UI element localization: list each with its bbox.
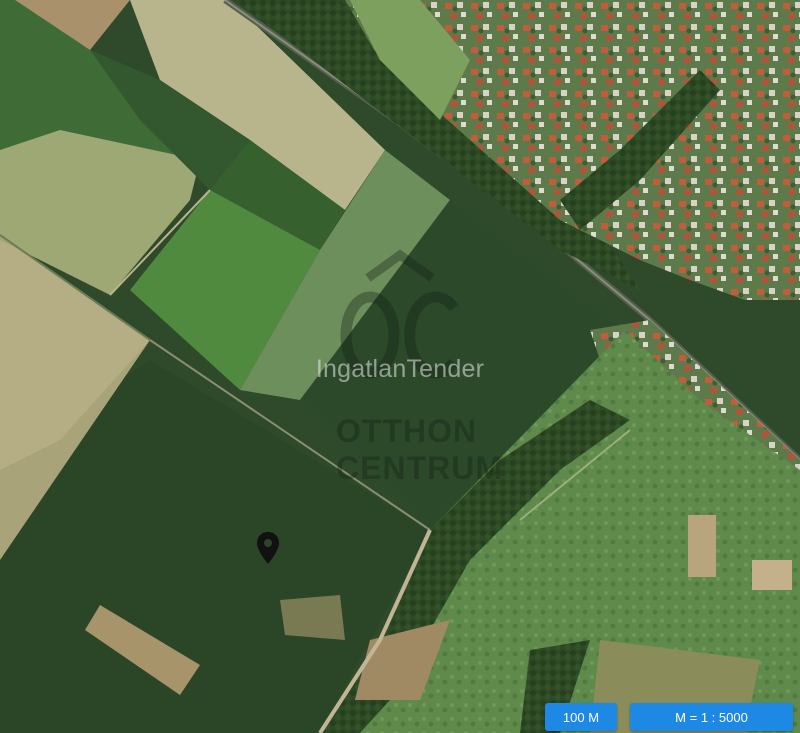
map-view[interactable]: IngatlanTender OTTHON CENTRUM 100 M M = … (0, 0, 800, 733)
scale-ratio-button[interactable]: M = 1 : 5000 (630, 703, 793, 731)
satellite-imagery[interactable] (0, 0, 800, 733)
scale-distance-button[interactable]: 100 M (545, 703, 617, 731)
map-pin-icon[interactable] (256, 531, 280, 565)
